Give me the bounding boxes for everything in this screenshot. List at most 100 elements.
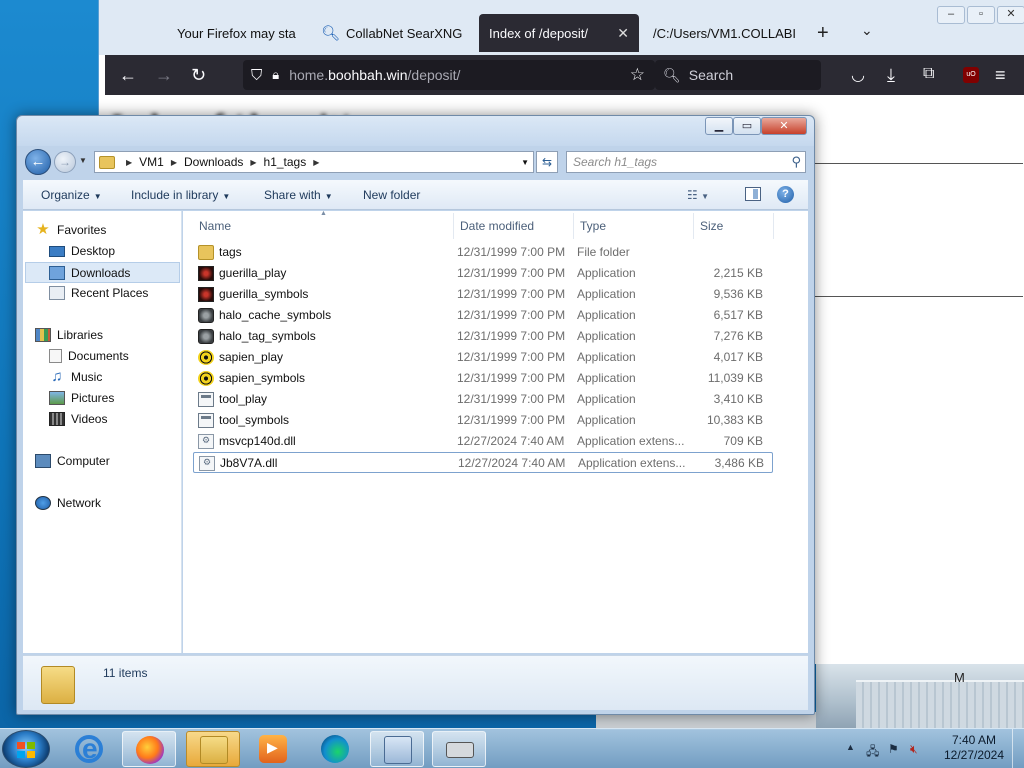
hamburger-menu-icon[interactable]: ≡	[995, 65, 1006, 86]
start-button-windows-icon[interactable]	[2, 730, 50, 768]
reload-icon[interactable]: ↻	[191, 65, 206, 86]
column-header-name[interactable]: Name	[199, 219, 231, 233]
file-row[interactable]: guerilla_symbols 12/31/1999 7:00 PM Appl…	[193, 284, 773, 305]
close-icon[interactable]: ✕	[997, 6, 1024, 24]
lock-icon[interactable]: 🔒︎	[272, 67, 279, 83]
nav-label: Recent Places	[71, 286, 149, 300]
file-row[interactable]: tags 12/31/1999 7:00 PM File folder	[193, 242, 773, 263]
nav-documents[interactable]: Documents	[49, 349, 129, 363]
nav-downloads[interactable]: Downloads	[25, 262, 180, 283]
file-row-selected[interactable]: Jb8V7A.dll 12/27/2024 7:40 AM Applicatio…	[193, 452, 773, 473]
include-in-library-button[interactable]: Include in library ▼	[131, 188, 230, 202]
url-path: /deposit/	[407, 67, 461, 83]
column-header-type[interactable]: Type	[580, 219, 606, 233]
taskbar-media-player[interactable]	[246, 731, 300, 767]
recent-locations-dropdown-icon[interactable]: ▼	[79, 156, 87, 165]
organize-button[interactable]: Organize ▼	[41, 188, 102, 202]
column-divider[interactable]	[773, 213, 774, 239]
new-folder-button[interactable]: New folder	[363, 188, 420, 202]
preview-pane-icon[interactable]	[745, 187, 761, 201]
taskbar-control-panel[interactable]	[370, 731, 424, 767]
nav-computer[interactable]: Computer	[35, 454, 110, 468]
extensions-icon[interactable]: ⧉	[923, 65, 934, 83]
shield-icon[interactable]: ⛉	[251, 67, 262, 84]
file-row[interactable]: halo_tag_symbols 12/31/1999 7:00 PM Appl…	[193, 326, 773, 347]
nav-favorites[interactable]: ★ Favorites	[35, 222, 106, 237]
file-row[interactable]: tool_symbols 12/31/1999 7:00 PM Applicat…	[193, 410, 773, 431]
column-divider[interactable]	[573, 213, 574, 239]
list-all-tabs-chevron-icon[interactable]: ⌄	[861, 22, 873, 39]
minimize-icon[interactable]: –	[937, 6, 965, 24]
share-with-button[interactable]: Share with ▼	[264, 188, 333, 202]
file-type: Application	[577, 350, 636, 364]
system-clock[interactable]: 7:40 AM 12/27/2024	[934, 733, 1014, 763]
nav-recent-places[interactable]: Recent Places	[49, 286, 148, 300]
forward-arrow-icon[interactable]: →	[155, 65, 173, 86]
file-row[interactable]: tool_play 12/31/1999 7:00 PM Application…	[193, 389, 773, 410]
breadcrumb-vm1[interactable]: VM1	[139, 155, 164, 169]
show-hidden-icons-icon[interactable]: ▲	[846, 742, 855, 752]
volume-muted-icon[interactable]: 🔇︎	[910, 742, 918, 757]
file-row[interactable]: sapien_symbols 12/31/1999 7:00 PM Applic…	[193, 368, 773, 389]
network-status-icon[interactable]: 🖧︎	[866, 742, 879, 763]
bookmark-star-icon[interactable]: ☆	[630, 65, 645, 85]
forward-arrow-icon[interactable]: →	[54, 151, 76, 173]
file-row[interactable]: guerilla_play 12/31/1999 7:00 PM Applica…	[193, 263, 773, 284]
file-row[interactable]: sapien_play 12/31/1999 7:00 PM Applicati…	[193, 347, 773, 368]
url-bar[interactable]: ⛉ 🔒︎ home. boohbah.win/deposit/ ☆	[243, 60, 655, 90]
search-placeholder: Search h1_tags	[573, 155, 658, 169]
column-divider[interactable]	[453, 213, 454, 239]
taskbar-edge[interactable]	[308, 731, 362, 767]
file-row[interactable]: halo_cache_symbols 12/31/1999 7:00 PM Ap…	[193, 305, 773, 326]
refresh-icon[interactable]: ⇆	[536, 151, 558, 173]
nav-label: Downloads	[71, 265, 131, 280]
tab-searxng[interactable]: 🔍︎ CollabNet SearXNG ✕	[311, 14, 469, 52]
nav-videos[interactable]: Videos	[49, 412, 107, 426]
tab-index-deposit[interactable]: Index of /deposit/ ✕	[479, 14, 639, 52]
pocket-icon[interactable]: ◡	[851, 65, 865, 85]
back-arrow-icon[interactable]: ←	[25, 149, 51, 175]
chevron-right-icon[interactable]: ▶	[171, 158, 177, 167]
close-icon[interactable]: ✕	[761, 117, 807, 135]
taskbar-windows-explorer[interactable]	[186, 731, 240, 767]
help-icon[interactable]: ?	[777, 186, 794, 203]
address-dropdown-icon[interactable]: ▼	[521, 158, 529, 167]
organize-label: Organize	[41, 188, 90, 202]
nav-libraries[interactable]: Libraries	[35, 328, 103, 342]
nav-desktop[interactable]: Desktop	[49, 244, 115, 258]
back-arrow-icon[interactable]: ←	[119, 65, 137, 86]
column-header-size[interactable]: Size	[700, 219, 723, 233]
tab-local-file[interactable]: /C:/Users/VM1.COLLABI ✕	[643, 14, 801, 52]
new-tab-plus-icon[interactable]: +	[817, 22, 829, 45]
search-bar[interactable]: 🔍︎ Search	[655, 60, 821, 90]
tab-firefox-warning[interactable]: Your Firefox may sta ✕	[167, 14, 301, 52]
maximize-icon[interactable]: ▫	[967, 6, 995, 24]
breadcrumb-downloads[interactable]: Downloads	[184, 155, 243, 169]
minimize-icon[interactable]: ▁	[705, 117, 733, 135]
show-desktop-button[interactable]	[1012, 729, 1024, 768]
taskbar-internet-explorer[interactable]	[62, 731, 116, 767]
chevron-right-icon[interactable]: ▶	[313, 158, 319, 167]
chevron-right-icon[interactable]: ▶	[126, 158, 132, 167]
action-center-flag-icon[interactable]: ⚑	[888, 742, 899, 756]
taskbar-firefox[interactable]	[122, 731, 176, 767]
chevron-right-icon[interactable]: ▶	[250, 158, 256, 167]
search-icon[interactable]: ⚲	[791, 152, 801, 172]
column-divider[interactable]	[693, 213, 694, 239]
nav-network[interactable]: Network	[35, 496, 101, 510]
address-bar[interactable]: ▶ VM1 ▶ Downloads ▶ h1_tags ▶ ▼	[94, 151, 534, 173]
close-tab-icon[interactable]: ✕	[617, 25, 629, 42]
change-view-icon[interactable]: ☷ ▼	[687, 188, 709, 202]
close-tab-icon[interactable]: ✕	[468, 25, 469, 42]
nav-pictures[interactable]: Pictures	[49, 391, 114, 405]
taskbar-app-window[interactable]	[432, 731, 486, 767]
column-header-date-modified[interactable]: Date modified	[460, 219, 534, 233]
maximize-icon[interactable]: ▭	[733, 117, 761, 135]
search-icon: 🔍︎	[321, 25, 341, 42]
nav-music[interactable]: ♫ Music	[49, 369, 102, 384]
downloads-icon[interactable]: ⤓	[887, 65, 895, 86]
search-input[interactable]: Search h1_tags ⚲	[566, 151, 806, 173]
file-row[interactable]: msvcp140d.dll 12/27/2024 7:40 AM Applica…	[193, 431, 773, 452]
ublock-origin-icon[interactable]: uO	[963, 67, 979, 83]
breadcrumb-h1-tags[interactable]: h1_tags	[264, 155, 307, 169]
